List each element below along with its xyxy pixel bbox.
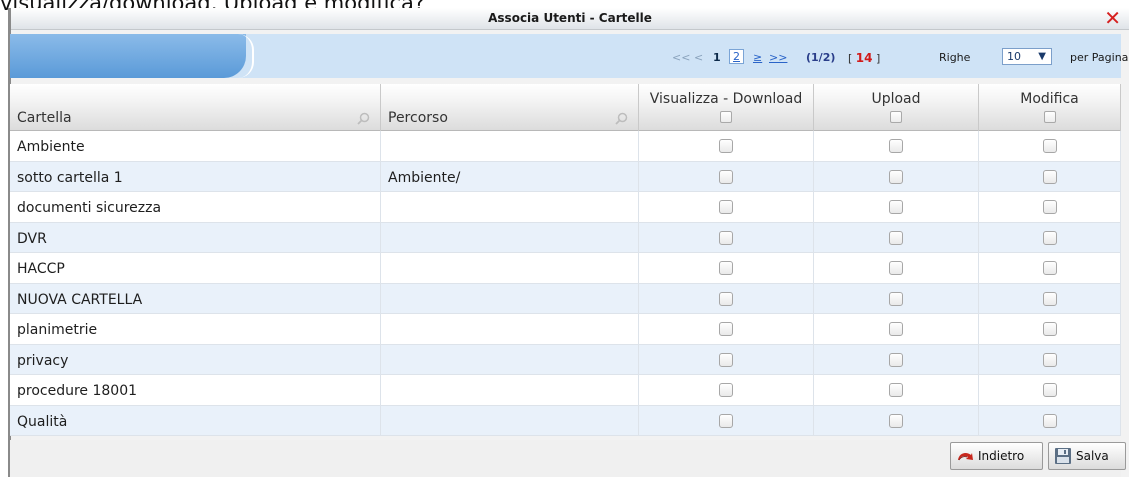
folder-name: HACCP	[17, 261, 65, 277]
pager-current-page: 1	[713, 51, 721, 64]
pager-first[interactable]: <<	[672, 51, 690, 64]
upload-checkbox[interactable]	[889, 322, 903, 336]
table-row: documenti sicurezza	[10, 192, 1121, 223]
folders-table: Cartella Percorso Visualizza - Download …	[10, 84, 1121, 436]
chevron-down-icon: ▼	[1038, 51, 1046, 62]
folder-name: sotto cartella 1	[17, 169, 123, 186]
view-download-checkbox[interactable]	[719, 383, 733, 397]
column-header-path[interactable]: Percorso	[381, 84, 639, 131]
select-all-edit-checkbox[interactable]	[1043, 111, 1056, 123]
upload-checkbox[interactable]	[889, 261, 903, 275]
column-header-view-download: Visualizza - Download	[639, 84, 814, 131]
folder-name: documenti sicurezza	[17, 200, 162, 216]
table-row: procedure 18001	[10, 375, 1121, 406]
close-icon[interactable]: ✕	[1104, 7, 1121, 29]
edit-checkbox[interactable]	[1042, 291, 1057, 306]
column-label-path: Percorso	[388, 110, 448, 126]
view-download-checkbox[interactable]	[719, 261, 733, 275]
pager-total-count: [ 14 ]	[848, 51, 881, 65]
upload-checkbox[interactable]	[889, 413, 903, 428]
column-label-view-download: Visualizza - Download	[649, 91, 803, 107]
table-row: privacy	[10, 344, 1121, 375]
edit-checkbox[interactable]	[1042, 230, 1057, 245]
view-download-checkbox[interactable]	[719, 352, 733, 367]
pager-page-info: (1/2)	[806, 51, 836, 64]
upload-checkbox[interactable]	[889, 200, 903, 214]
select-all-upload-checkbox[interactable]	[890, 111, 902, 123]
save-button-label: Salva	[1076, 449, 1109, 463]
column-label-folder: Cartella	[17, 110, 72, 126]
column-header-edit: Modifica	[979, 84, 1121, 131]
table-row: HACCP	[10, 253, 1121, 284]
edit-checkbox[interactable]	[1042, 322, 1057, 336]
folder-name: NUOVA CARTELLA	[17, 291, 143, 308]
edit-checkbox[interactable]	[1042, 383, 1057, 397]
pager-rows-label: Righe	[939, 51, 971, 64]
edit-checkbox[interactable]	[1042, 200, 1057, 214]
upload-checkbox[interactable]	[889, 291, 903, 306]
table-row: Ambiente	[10, 131, 1121, 162]
upload-checkbox[interactable]	[889, 230, 903, 245]
pager-last[interactable]: >>	[769, 51, 787, 64]
dialog-titlebar: Associa Utenti - Cartelle ✕	[11, 7, 1129, 30]
table-row: sotto cartella 1 Ambiente/	[10, 161, 1121, 192]
table-row: Qualità	[10, 405, 1121, 436]
edit-checkbox[interactable]	[1042, 413, 1057, 428]
upload-checkbox[interactable]	[889, 383, 903, 397]
upload-checkbox[interactable]	[889, 139, 903, 153]
per-page-label: per Pagina	[1070, 51, 1129, 64]
edit-checkbox[interactable]	[1042, 169, 1057, 184]
column-label-edit: Modifica	[1020, 91, 1079, 107]
folder-name: DVR	[17, 230, 47, 247]
view-download-checkbox[interactable]	[719, 291, 733, 306]
dialog-title: Associa Utenti - Cartelle	[488, 11, 652, 25]
folder-name: Ambiente	[17, 139, 85, 155]
column-label-upload: Upload	[871, 91, 921, 107]
table-row: planimetrie	[10, 314, 1121, 345]
upload-checkbox[interactable]	[889, 352, 903, 367]
view-download-checkbox[interactable]	[719, 230, 733, 245]
view-download-checkbox[interactable]	[719, 200, 733, 214]
folder-name: privacy	[17, 352, 69, 369]
back-button-label: Indietro	[978, 449, 1025, 463]
back-button[interactable]: Indietro	[950, 442, 1043, 470]
view-download-checkbox[interactable]	[719, 139, 733, 153]
folder-name: procedure 18001	[17, 383, 138, 399]
edit-checkbox[interactable]	[1042, 352, 1057, 367]
back-arrow-icon	[958, 452, 973, 461]
magnifier-icon[interactable]	[615, 112, 628, 125]
upload-checkbox[interactable]	[889, 169, 903, 184]
view-download-checkbox[interactable]	[719, 322, 733, 336]
pager-prev[interactable]: <	[694, 51, 703, 64]
view-download-checkbox[interactable]	[719, 413, 733, 428]
pager-page-2[interactable]: 2	[729, 49, 744, 64]
folder-path: Ambiente/	[388, 169, 461, 186]
select-all-view-download-checkbox[interactable]	[720, 111, 732, 123]
view-download-checkbox[interactable]	[719, 169, 733, 184]
rows-per-page-select[interactable]: 10 ▼	[1002, 48, 1052, 65]
table-row: DVR	[10, 222, 1121, 253]
edit-checkbox[interactable]	[1042, 261, 1057, 275]
folder-name: planimetrie	[17, 322, 98, 338]
pager-tab-decoration	[10, 34, 254, 78]
table-row: NUOVA CARTELLA	[10, 283, 1121, 314]
table-header: Cartella Percorso Visualizza - Download …	[10, 84, 1121, 131]
column-header-upload: Upload	[814, 84, 979, 131]
edit-checkbox[interactable]	[1042, 139, 1057, 153]
folder-name: Qualità	[17, 413, 68, 430]
column-header-folder[interactable]: Cartella	[10, 84, 381, 131]
magnifier-icon[interactable]	[357, 112, 370, 125]
floppy-disk-icon	[1055, 448, 1071, 464]
save-button[interactable]: Salva	[1048, 442, 1126, 470]
pager-next[interactable]: ≥	[753, 51, 762, 64]
